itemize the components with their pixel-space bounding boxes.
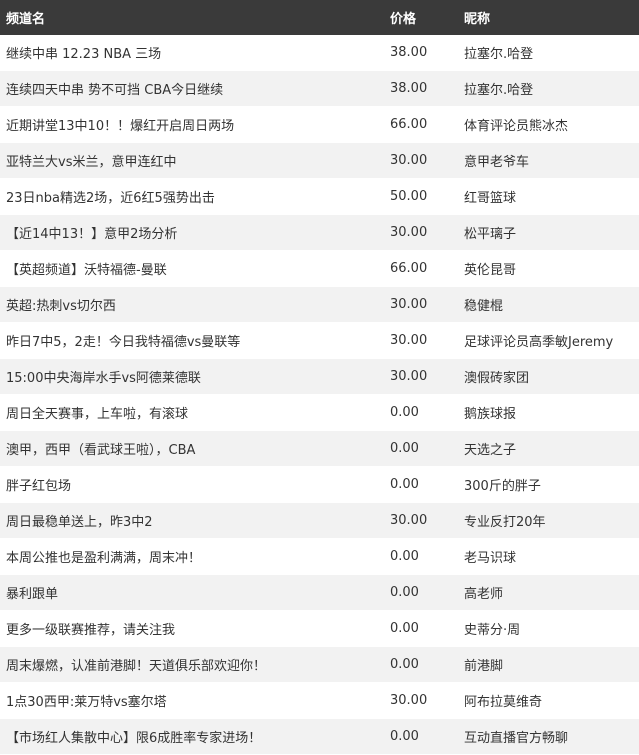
table-row[interactable]: 澳甲，西甲（看武球王啦），CBA 0.00 天选之子 [0, 430, 639, 467]
row-title[interactable]: 1点30西甲:莱万特vs塞尔塔 [0, 682, 384, 719]
row-price: 30.00 [384, 502, 458, 539]
row-price: 0.00 [384, 538, 458, 575]
row-nickname[interactable]: 拉塞尔.哈登 [458, 70, 639, 107]
table-row[interactable]: 周末爆燃，认准前港脚！天道俱乐部欢迎你！ 0.00 前港脚 [0, 646, 639, 683]
row-price: 0.00 [384, 646, 458, 683]
row-title[interactable]: 澳甲，西甲（看武球王啦），CBA [0, 430, 384, 467]
row-title[interactable]: 周日最稳单送上，昨3中2 [0, 502, 384, 539]
row-title[interactable]: 23日nba精选2场，近6红5强势出击 [0, 178, 384, 215]
table-body: 继续中串 12.23 NBA 三场 38.00 拉塞尔.哈登 连续四天中串 势不可挡… [0, 35, 639, 755]
row-nickname[interactable]: 阿布拉莫维奇 [458, 682, 639, 719]
row-price: 30.00 [384, 142, 458, 179]
channel-table: 频道名 价格 昵称 继续中串 12.23 NBA 三场 38.00 拉塞尔.哈登 连… [0, 0, 639, 755]
row-price: 0.00 [384, 574, 458, 611]
table-row[interactable]: 近期讲堂13中10！！爆红开启周日两场 66.00 体育评论员熊冰杰 [0, 106, 639, 143]
row-price: 66.00 [384, 106, 458, 143]
row-title[interactable]: 暴利跟单 [0, 574, 384, 611]
row-title[interactable]: 【英超频道】沃特福德-曼联 [0, 250, 384, 287]
row-price: 30.00 [384, 682, 458, 719]
table-row[interactable]: 连续四天中串 势不可挡 CBA今日继续 38.00 拉塞尔.哈登 [0, 70, 639, 107]
header-channel: 频道名 [0, 0, 384, 35]
row-price: 38.00 [384, 35, 458, 71]
row-price: 50.00 [384, 178, 458, 215]
row-nickname[interactable]: 互动直播官方畅聊 [458, 718, 639, 755]
row-price: 0.00 [384, 394, 458, 431]
table-row[interactable]: 23日nba精选2场，近6红5强势出击 50.00 红哥篮球 [0, 178, 639, 215]
row-price: 0.00 [384, 610, 458, 647]
row-price: 0.00 [384, 718, 458, 755]
row-price: 0.00 [384, 430, 458, 467]
row-title[interactable]: 周日全天赛事，上车啦，有滚球 [0, 394, 384, 431]
row-nickname[interactable]: 意甲老爷车 [458, 142, 639, 179]
row-title[interactable]: 连续四天中串 势不可挡 CBA今日继续 [0, 70, 384, 107]
table-row[interactable]: 【英超频道】沃特福德-曼联 66.00 英伦昆哥 [0, 250, 639, 287]
row-nickname[interactable]: 英伦昆哥 [458, 250, 639, 287]
table-row[interactable]: 1点30西甲:莱万特vs塞尔塔 30.00 阿布拉莫维奇 [0, 682, 639, 719]
row-nickname[interactable]: 300斤的胖子 [458, 466, 639, 503]
row-title[interactable]: 更多一级联赛推荐，请关注我 [0, 610, 384, 647]
row-nickname[interactable]: 专业反打20年 [458, 502, 639, 539]
table-row[interactable]: 周日全天赛事，上车啦，有滚球 0.00 鹅族球报 [0, 394, 639, 431]
row-nickname[interactable]: 高老师 [458, 574, 639, 611]
table-row[interactable]: 更多一级联赛推荐，请关注我 0.00 史蒂分·周 [0, 610, 639, 647]
row-title[interactable]: 昨日7中5，2走！今日我特福德vs曼联等 [0, 322, 384, 359]
row-price: 30.00 [384, 214, 458, 251]
table-row[interactable]: 本周公推也是盈利满满，周末冲！ 0.00 老马识球 [0, 538, 639, 575]
row-title[interactable]: 15:00中央海岸水手vs阿德莱德联 [0, 358, 384, 395]
table-row[interactable]: 【近14中13！】意甲2场分析 30.00 松平璃子 [0, 214, 639, 251]
table-row[interactable]: 胖子红包场 0.00 300斤的胖子 [0, 466, 639, 503]
row-nickname[interactable]: 拉塞尔.哈登 [458, 35, 639, 71]
table-row[interactable]: 昨日7中5，2走！今日我特福德vs曼联等 30.00 足球评论员高季敏Jeremy [0, 322, 639, 359]
table-row[interactable]: 【市场红人集散中心】限6成胜率专家进场！ 0.00 互动直播官方畅聊 [0, 718, 639, 755]
table-row[interactable]: 英超:热刺vs切尔西 30.00 稳健棍 [0, 286, 639, 323]
row-nickname[interactable]: 天选之子 [458, 430, 639, 467]
row-nickname[interactable]: 前港脚 [458, 646, 639, 683]
header-price: 价格 [384, 0, 458, 35]
row-nickname[interactable]: 体育评论员熊冰杰 [458, 106, 639, 143]
row-price: 66.00 [384, 250, 458, 287]
row-nickname[interactable]: 澳假砖家团 [458, 358, 639, 395]
row-price: 30.00 [384, 322, 458, 359]
row-nickname[interactable]: 鹅族球报 [458, 394, 639, 431]
row-nickname[interactable]: 松平璃子 [458, 214, 639, 251]
row-title[interactable]: 【市场红人集散中心】限6成胜率专家进场！ [0, 718, 384, 755]
header-row: 频道名 价格 昵称 [0, 0, 639, 35]
table-header: 频道名 价格 昵称 [0, 0, 639, 35]
row-title[interactable]: 继续中串 12.23 NBA 三场 [0, 35, 384, 71]
header-nickname: 昵称 [458, 0, 639, 35]
row-title[interactable]: 英超:热刺vs切尔西 [0, 286, 384, 323]
row-title[interactable]: 【近14中13！】意甲2场分析 [0, 214, 384, 251]
row-nickname[interactable]: 老马识球 [458, 538, 639, 575]
table-row[interactable]: 暴利跟单 0.00 高老师 [0, 574, 639, 611]
table-row[interactable]: 15:00中央海岸水手vs阿德莱德联 30.00 澳假砖家团 [0, 358, 639, 395]
row-title[interactable]: 周末爆燃，认准前港脚！天道俱乐部欢迎你！ [0, 646, 384, 683]
row-nickname[interactable]: 史蒂分·周 [458, 610, 639, 647]
row-price: 30.00 [384, 286, 458, 323]
row-nickname[interactable]: 足球评论员高季敏Jeremy [458, 322, 639, 359]
row-price: 0.00 [384, 466, 458, 503]
row-nickname[interactable]: 红哥篮球 [458, 178, 639, 215]
row-title[interactable]: 胖子红包场 [0, 466, 384, 503]
row-price: 30.00 [384, 358, 458, 395]
row-title[interactable]: 本周公推也是盈利满满，周末冲！ [0, 538, 384, 575]
row-nickname[interactable]: 稳健棍 [458, 286, 639, 323]
row-price: 38.00 [384, 70, 458, 107]
row-title[interactable]: 亚特兰大vs米兰，意甲连红中 [0, 142, 384, 179]
row-title[interactable]: 近期讲堂13中10！！爆红开启周日两场 [0, 106, 384, 143]
table-row[interactable]: 亚特兰大vs米兰，意甲连红中 30.00 意甲老爷车 [0, 142, 639, 179]
table-row[interactable]: 继续中串 12.23 NBA 三场 38.00 拉塞尔.哈登 [0, 35, 639, 71]
table-row[interactable]: 周日最稳单送上，昨3中2 30.00 专业反打20年 [0, 502, 639, 539]
